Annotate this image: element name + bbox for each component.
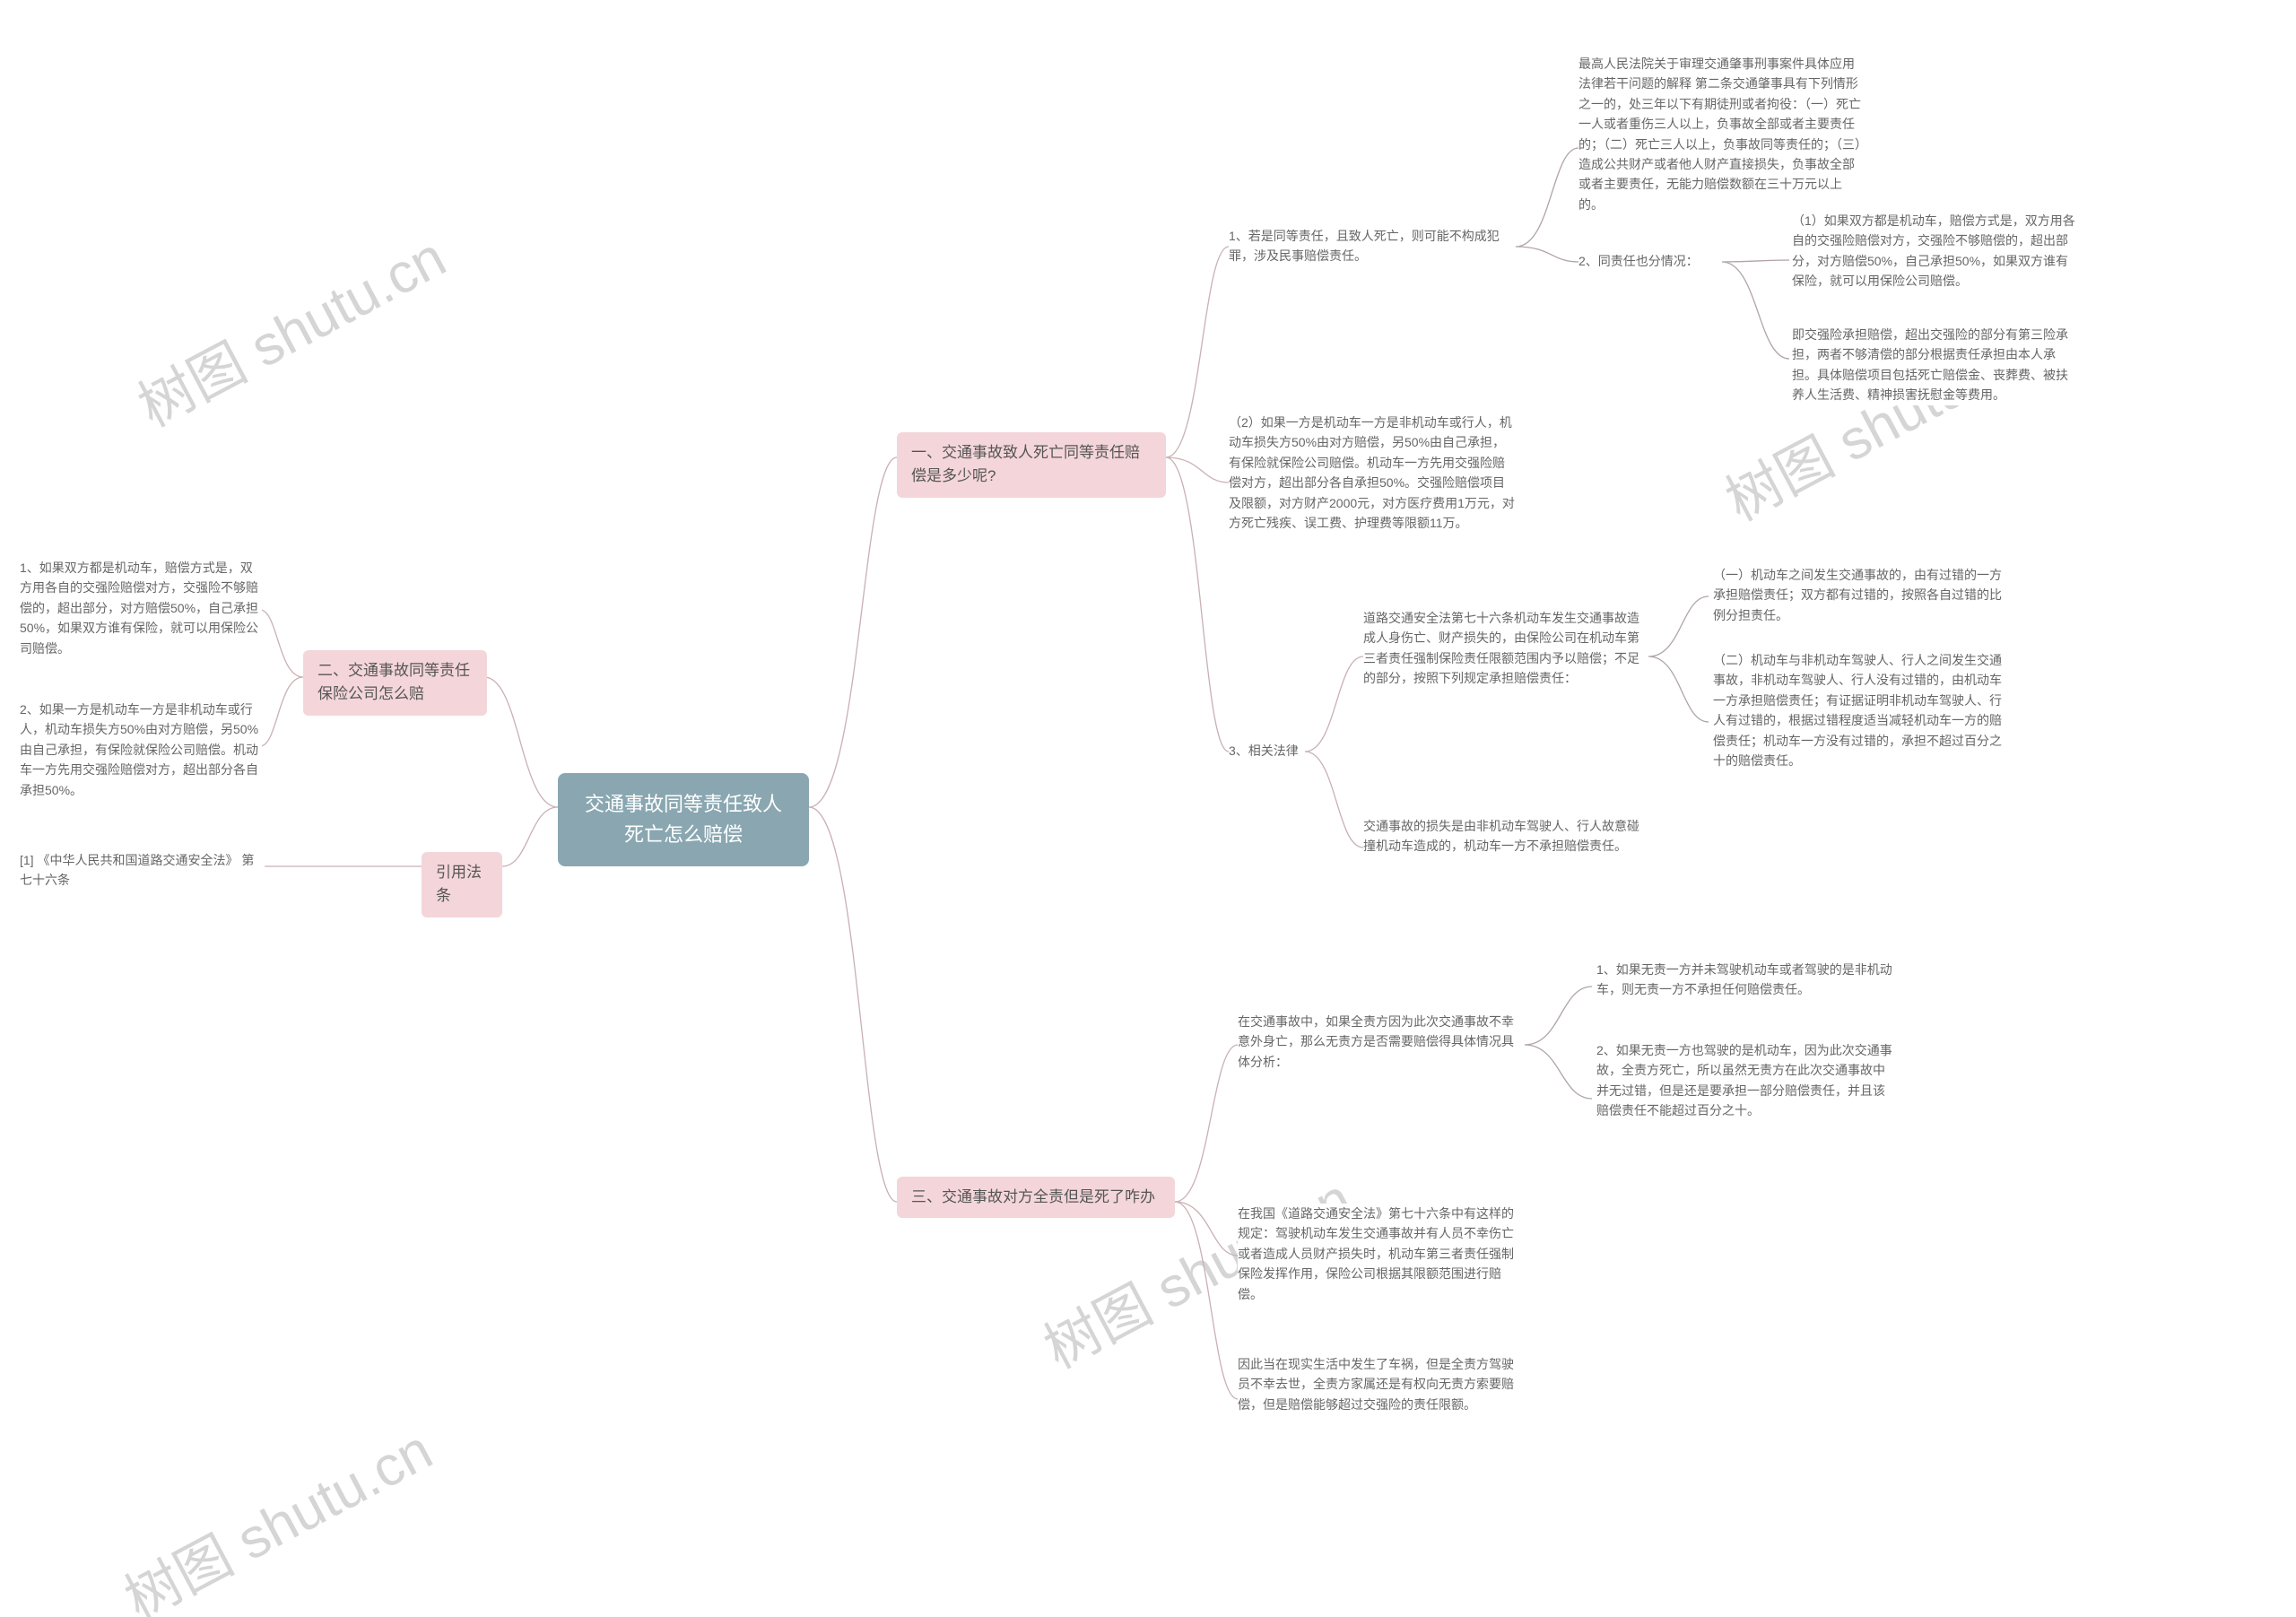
leaf-r1-n1b1: （1）如果双方都是机动车，赔偿方式是，双方用各自的交强险赔偿对方，交强险不够赔偿… — [1792, 211, 2079, 291]
leaf-r1-n3a: 道路交通安全法第七十六条机动车发生交通事故造成人身伤亡、财产损失的，由保险公司在… — [1363, 608, 1648, 689]
leaf-r2-n1a: 1、如果无责一方并未驾驶机动车或者驾驶的是非机动车，则无责一方不承担任何赔偿责任… — [1596, 960, 1892, 1000]
leaf-r1-n3a1: （一）机动车之间发生交通事故的，由有过错的一方承担赔偿责任；双方都有过错的，按照… — [1713, 565, 2009, 625]
branch-left-1[interactable]: 二、交通事故同等责任保险公司怎么赔 — [303, 650, 487, 716]
leaf-r2-n3: 因此当在现实生活中发生了车祸，但是全责方驾驶员不幸去世，全责方家属还是有权向无责… — [1238, 1354, 1525, 1414]
leaf-r1-n1b: 2、同责任也分情况： — [1578, 251, 1718, 271]
branch-right-1[interactable]: 一、交通事故致人死亡同等责任赔偿是多少呢? — [897, 432, 1166, 498]
branch-label: 三、交通事故对方全责但是死了咋办 — [911, 1188, 1155, 1205]
leaf-r1-n2: （2）如果一方是机动车一方是非机动车或行人，机动车损失方50%由对方赔偿，另50… — [1229, 413, 1516, 533]
branch-right-2[interactable]: 三、交通事故对方全责但是死了咋办 — [897, 1177, 1175, 1218]
leaf-l1-1: 1、如果双方都是机动车，赔偿方式是，双方用各自的交强险赔偿对方，交强险不够赔偿的… — [20, 558, 262, 658]
root-node[interactable]: 交通事故同等责任致人死亡怎么赔偿 — [558, 773, 809, 866]
root-label: 交通事故同等责任致人死亡怎么赔偿 — [585, 793, 782, 846]
leaf-r1-n3: 3、相关法律 — [1229, 741, 1305, 761]
mindmap-canvas: 树图 shutu.cn 树图 shutu.cn 树图 shutu.cn 树图 s… — [0, 0, 2296, 1617]
leaf-r2-n1b: 2、如果无责一方也驾驶的是机动车，因为此次交通事故，全责方死亡，所以虽然无责方在… — [1596, 1040, 1892, 1121]
leaf-r1-n1b2: 即交强险承担赔偿，超出交强险的部分有第三险承担，两者不够清偿的部分根据责任承担由… — [1792, 325, 2079, 405]
leaf-r2-n1: 在交通事故中，如果全责方因为此次交通事故不幸意外身亡，那么无责方是否需要赔偿得具… — [1238, 1012, 1525, 1072]
branch-label: 引用法条 — [436, 864, 482, 904]
leaf-r2-n2: 在我国《道路交通安全法》第七十六条中有这样的规定：驾驶机动车发生交通事故并有人员… — [1238, 1204, 1525, 1304]
branch-left-2[interactable]: 引用法条 — [422, 852, 502, 917]
leaf-r1-n3b: 交通事故的损失是由非机动车驾驶人、行人故意碰撞机动车造成的，机动车一方不承担赔偿… — [1363, 816, 1648, 856]
leaf-l2-1: [1] 《中华人民共和国道路交通安全法》 第七十六条 — [20, 850, 264, 891]
leaf-l1-2: 2、如果一方是机动车一方是非机动车或行人，机动车损失方50%由对方赔偿，另50%… — [20, 700, 262, 800]
watermark: 树图 shutu.cn — [122, 213, 457, 442]
leaf-r1-n1: 1、若是同等责任，且致人死亡，则可能不构成犯罪，涉及民事赔偿责任。 — [1229, 226, 1516, 266]
leaf-r1-n3a2: （二）机动车与非机动车驾驶人、行人之间发生交通事故，非机动车驾驶人、行人没有过错… — [1713, 650, 2009, 770]
leaf-r1-n1a: 最高人民法院关于审理交通肇事刑事案件具体应用法律若干问题的解释 第二条交通肇事具… — [1578, 54, 1866, 214]
branch-label: 一、交通事故致人死亡同等责任赔偿是多少呢? — [911, 444, 1140, 484]
branch-label: 二、交通事故同等责任保险公司怎么赔 — [317, 662, 470, 702]
watermark: 树图 shutu.cn — [109, 1405, 444, 1617]
